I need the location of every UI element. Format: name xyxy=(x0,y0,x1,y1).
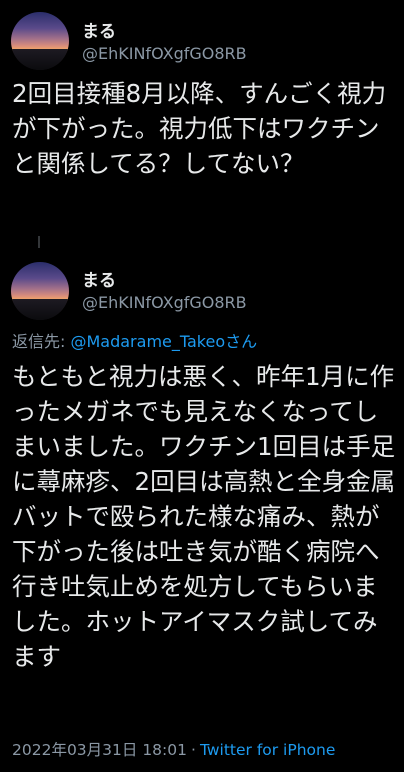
tweet-source-link[interactable]: Twitter for iPhone xyxy=(200,741,335,759)
display-name[interactable]: まる xyxy=(82,266,116,291)
meta-separator: · xyxy=(191,741,196,759)
user-handle[interactable]: @EhKINfOXgfGO8RB xyxy=(82,293,247,312)
tweet-meta: 2022年03月31日 18:01 · Twitter for iPhone xyxy=(12,738,335,760)
reply-mention-link[interactable]: @Madarame_Takeo xyxy=(70,332,225,351)
tweet-timestamp[interactable]: 2022年03月31日 18:01 xyxy=(12,741,187,759)
reply-to-line: 返信先: @Madarame_Takeoさん xyxy=(12,328,257,352)
avatar[interactable] xyxy=(11,12,69,70)
tweet-text: もともと視力は悪く、昨年1月に作ったメガネでも見えなくなってしまいました。ワクチ… xyxy=(12,362,396,671)
tweet-reply[interactable]: まる @EhKINfOXgfGO8RB 返信先: @Madarame_Takeo… xyxy=(0,246,404,772)
tweet-parent[interactable]: まる @EhKINfOXgfGO8RB 2回目接種8月以降、すんごく視力が下がっ… xyxy=(0,0,404,248)
avatar[interactable] xyxy=(11,262,69,320)
user-handle[interactable]: @EhKINfOXgfGO8RB xyxy=(82,44,247,63)
reply-prefix: 返信先: xyxy=(12,332,71,351)
display-name[interactable]: まる xyxy=(82,17,116,42)
reply-suffix: さん xyxy=(225,332,258,351)
tweet-text: 2回目接種8月以降、すんごく視力が下がった。視力低下はワクチンと関係してる？して… xyxy=(12,79,387,178)
